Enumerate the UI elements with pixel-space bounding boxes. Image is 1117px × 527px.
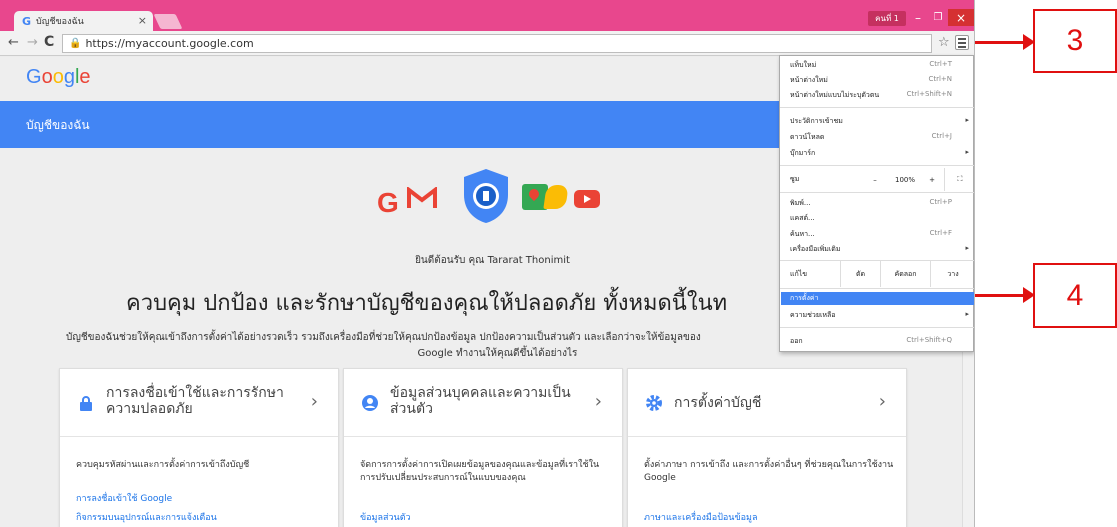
google-apps-illustration: G (377, 167, 607, 237)
menu-item-cast[interactable]: แคสต์... (790, 213, 970, 225)
menu-item-bookmarks[interactable]: บุ๊กมาร์ก ▸ (790, 148, 970, 160)
google-logo[interactable]: Google (26, 66, 91, 89)
description-line-1: บัญชีของฉันช่วยให้คุณเข้าถึงการตั้งค่าได… (66, 332, 701, 343)
card-link[interactable]: ข้อมูลส่วนตัว (360, 510, 411, 524)
chrome-menu-button[interactable] (955, 35, 969, 50)
card-signin-security[interactable]: การลงชื่อเข้าใช้และการรักษาความปลอดภัย ›… (59, 368, 339, 527)
card-description: ตั้งค่าภาษา การเข้าถึง และการตั้งค่าอื่น… (644, 460, 894, 483)
card-description: ควบคุมรหัสผ่านและการตั้งค่าการเข้าถึงบัญ… (76, 460, 250, 470)
menu-item-downloads[interactable]: ดาวน์โหลด Ctrl+J (790, 132, 970, 144)
gear-icon (646, 395, 662, 411)
lock-icon: 🔒 (69, 38, 82, 49)
zoom-label: ซูม (790, 175, 800, 183)
card-personal-info-privacy[interactable]: ข้อมูลส่วนบุคคลและความเป็นส่วนตัว › จัดก… (343, 368, 623, 527)
chevron-right-icon[interactable]: › (879, 391, 886, 412)
menu-item-new-window[interactable]: หน้าต่างใหม่ Ctrl+N (790, 75, 970, 87)
maximize-button[interactable]: ❐ (928, 9, 948, 26)
google-favicon-icon: G (22, 14, 32, 28)
minimize-button[interactable]: – (908, 9, 928, 26)
browser-window: G บัญชีของฉัน × คนที่ 1 – ❐ × ← → C 🔒 ht… (0, 0, 975, 527)
card-account-preferences[interactable]: การตั้งค่าบัญชี › ตั้งค่าภาษา การเข้าถึง… (627, 368, 907, 527)
callout-box-4: 4 (1033, 263, 1117, 328)
edit-label: แก้ไข (790, 269, 808, 278)
zoom-row: ซูม – 100% + ⛶ (780, 168, 974, 191)
callout-box-3: 3 (1033, 9, 1117, 73)
menu-item-incognito[interactable]: หน้าต่างใหม่แบบไม่ระบุตัวตน Ctrl+Shift+N (790, 90, 970, 102)
lock-icon (80, 396, 92, 411)
headline: ควบคุม ปกป้อง และรักษาบัญชีของคุณให้ปลอด… (126, 291, 728, 316)
person-icon (362, 395, 378, 411)
tab-title: บัญชีของฉัน (36, 17, 84, 27)
card-description: จัดการการตั้งค่าการเปิดเผยข้อมูลของคุณแล… (360, 460, 600, 483)
chevron-right-icon[interactable]: › (311, 391, 318, 412)
fullscreen-icon[interactable]: ⛶ (944, 168, 974, 191)
menu-item-find[interactable]: ค้นหา... Ctrl+F (790, 229, 970, 241)
tab-close-icon[interactable]: × (138, 14, 147, 27)
cut-button[interactable]: ตัด (840, 261, 880, 287)
browser-tab[interactable]: G บัญชีของฉัน × (14, 11, 153, 31)
copy-button[interactable]: คัดลอก (880, 261, 930, 287)
menu-item-help[interactable]: ความช่วยเหลือ ▸ (790, 310, 970, 322)
edit-row: แก้ไข ตัด คัดลอก วาง (780, 261, 974, 287)
menu-item-print[interactable]: พิมพ์... Ctrl+P (790, 198, 970, 210)
hangouts-icon (543, 185, 569, 209)
title-bar: G บัญชีของฉัน × คนที่ 1 – ❐ × (0, 0, 974, 31)
paste-button[interactable]: วาง (930, 261, 974, 287)
reload-icon[interactable]: C (44, 34, 54, 50)
card-title: การลงชื่อเข้าใช้และการรักษาความปลอดภัย (106, 385, 284, 417)
callout-arrow-4 (975, 287, 1035, 303)
callout-arrow-3 (975, 34, 1035, 50)
card-title: ข้อมูลส่วนบุคคลและความเป็นส่วนตัว (390, 385, 571, 417)
card-link[interactable]: การลงชื่อเข้าใช้ Google (76, 491, 172, 505)
chevron-right-icon[interactable]: › (595, 391, 602, 412)
google-g-icon: G (377, 187, 399, 218)
shield-icon (464, 169, 508, 223)
card-title: การตั้งค่าบัญชี (674, 395, 762, 411)
browser-toolbar: ← → C 🔒 https://myaccount.google.com ☆ (0, 31, 974, 56)
card-link[interactable]: กิจกรรมบนอุปกรณ์และการแจ้งเตือน (76, 510, 217, 524)
card-header[interactable]: การตั้งค่าบัญชี › (628, 369, 906, 437)
url-text: https://myaccount.google.com (85, 37, 254, 50)
gmail-icon (407, 187, 437, 208)
close-window-button[interactable]: × (948, 9, 974, 26)
forward-arrow-icon[interactable]: → (27, 35, 38, 50)
menu-item-history[interactable]: ประวัติการเข้าชม ▸ (790, 116, 970, 128)
card-header[interactable]: ข้อมูลส่วนบุคคลและความเป็นส่วนตัว › (344, 369, 622, 437)
page-title: บัญชีของฉัน (26, 118, 90, 132)
zoom-in-button[interactable]: + (920, 168, 944, 191)
back-arrow-icon[interactable]: ← (8, 35, 19, 50)
address-bar[interactable]: 🔒 https://myaccount.google.com (62, 34, 932, 53)
card-header[interactable]: การลงชื่อเข้าใช้และการรักษาความปลอดภัย › (60, 369, 338, 437)
menu-item-exit[interactable]: ออก Ctrl+Shift+Q (790, 336, 970, 348)
chrome-menu: แท็บใหม่ Ctrl+T หน้าต่างใหม่ Ctrl+N หน้าต่… (779, 55, 974, 352)
zoom-out-button[interactable]: – (860, 168, 890, 191)
menu-item-more-tools[interactable]: เครื่องมือเพิ่มเติม ▸ (790, 244, 970, 256)
youtube-icon (574, 190, 600, 208)
card-link[interactable]: ภาษาและเครื่องมือป้อนข้อมูล (644, 510, 757, 524)
profile-button[interactable]: คนที่ 1 (868, 11, 906, 26)
menu-item-settings[interactable]: การตั้งค่า (790, 293, 970, 305)
new-tab-button[interactable] (153, 14, 183, 29)
zoom-value: 100% (894, 175, 915, 184)
menu-item-new-tab[interactable]: แท็บใหม่ Ctrl+T (790, 60, 970, 72)
bookmark-star-icon[interactable]: ☆ (938, 35, 950, 50)
